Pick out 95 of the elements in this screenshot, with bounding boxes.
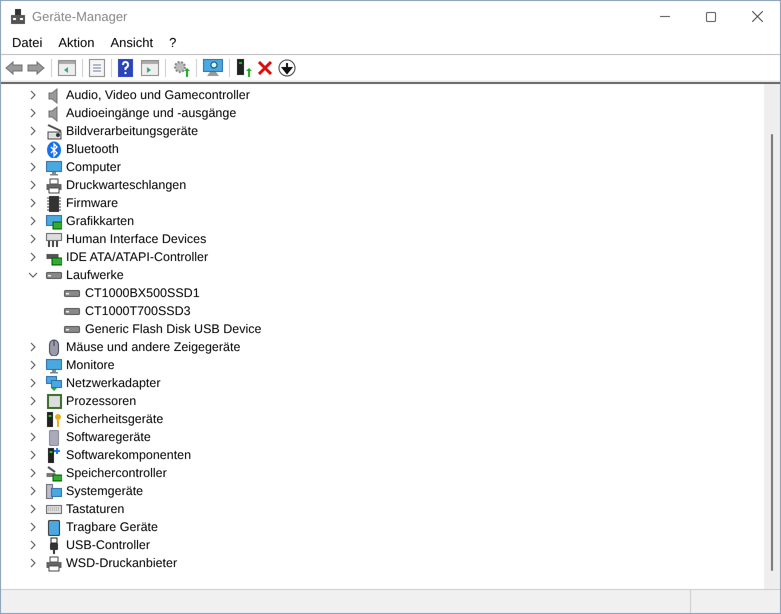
expand-chevron-icon[interactable] [28,234,38,244]
tree-item[interactable]: Druckwarteschlangen [66,176,186,194]
camera-icon [46,122,62,140]
tree-item[interactable]: Bluetooth [66,140,119,158]
drive-icon [46,272,62,278]
drive-icon [64,290,80,296]
drive-icon [64,308,80,314]
keyboard-joystick-icon [46,230,62,248]
window-panel-icon[interactable] [58,60,76,76]
tree-item[interactable]: WSD-Druckanbieter [66,554,178,572]
expand-chevron-icon[interactable] [28,558,38,568]
monitor-card-icon [46,212,62,230]
mouse-icon [46,338,62,356]
expand-chevron-icon[interactable] [28,252,38,262]
tree-item[interactable]: Tragbare Geräte [66,518,158,536]
expand-chevron-icon[interactable] [28,468,38,478]
menu-item[interactable]: ? [161,32,184,54]
download-icon[interactable] [278,58,296,76]
expand-chevron-icon[interactable] [28,216,38,226]
key-device-icon [46,410,62,428]
expand-chevron-icon[interactable] [28,486,38,496]
expand-chevron-icon[interactable] [28,90,38,100]
minimize-icon [660,16,670,17]
tree-item[interactable]: Bildverarbeitungsgeräte [66,122,198,140]
expand-chevron-icon[interactable] [28,360,38,370]
expand-chevron-icon[interactable] [28,108,38,118]
expand-chevron-icon[interactable] [28,144,38,154]
back-arrow-icon[interactable] [5,60,23,74]
expand-chevron-icon[interactable] [28,450,38,460]
tower-icon [46,428,62,446]
expand-chevron-icon[interactable] [28,396,38,406]
tree-item[interactable]: Netzwerkadapter [66,374,160,392]
keyboard-icon [46,504,62,514]
drive-icon [64,326,80,332]
tree-item[interactable]: USB-Controller [66,536,150,554]
printer-icon [46,176,62,194]
chip-icon [46,194,62,212]
tree-item[interactable]: Grafikkarten [66,212,134,230]
forward-arrow-icon[interactable] [27,60,45,74]
computer-tower-icon [46,482,62,500]
monitor-search-icon[interactable] [203,58,223,76]
monitor-icon [46,356,62,374]
tree-item[interactable]: Softwaregeräte [66,428,151,446]
collapse-chevron-icon[interactable] [28,270,38,280]
expand-chevron-icon[interactable] [28,432,38,442]
tree-item[interactable]: CT1000BX500SSD1 [85,284,200,302]
help-icon[interactable] [118,58,133,76]
menu-item[interactable]: Ansicht [102,32,162,54]
tree-item[interactable]: Generic Flash Disk USB Device [85,320,262,338]
expand-chevron-icon[interactable] [28,378,38,388]
bluetooth-icon [46,140,62,158]
menu-item[interactable]: Aktion [50,32,102,54]
expand-chevron-icon[interactable] [28,414,38,424]
expand-chevron-icon[interactable] [28,126,38,136]
expand-chevron-icon[interactable] [28,504,38,514]
tree-item[interactable]: IDE ATA/ATAPI-Controller [66,248,208,266]
menu-item[interactable]: Datei [4,32,50,54]
tree-item[interactable]: Systemgeräte [66,482,144,500]
monitor-icon [46,158,62,176]
tree-item[interactable]: Speichercontroller [66,464,167,482]
tree-item[interactable]: Mäuse und andere Zeigegeräte [66,338,240,356]
expand-chevron-icon[interactable] [28,162,38,172]
processor-icon [46,392,62,410]
tree-item[interactable]: Laufwerke [66,266,124,284]
device-add-icon[interactable] [236,58,252,76]
window-title: Geräte-Manager [32,8,128,26]
expand-chevron-icon[interactable] [28,522,38,532]
printer-icon [46,554,62,572]
gear-icon[interactable] [172,58,190,76]
tree-item[interactable]: CT1000T700SSD3 [85,302,191,320]
app-icon [11,8,25,24]
tree-item[interactable]: Firmware [66,194,118,212]
close-icon [752,11,762,22]
properties-icon[interactable] [89,58,105,76]
tree-item[interactable]: Monitore [66,356,115,374]
device-component-icon [46,446,62,464]
maximize-icon [706,12,716,22]
expand-chevron-icon[interactable] [28,180,38,190]
tablet-icon [46,518,62,536]
tree-item[interactable]: Audio, Video und Gamecontroller [66,86,250,104]
tree-item[interactable]: Softwarekomponenten [66,446,192,464]
tree-item[interactable]: Sicherheitsgeräte [66,410,164,428]
tree-item[interactable]: Audioeingänge und -ausgänge [66,104,236,122]
expand-chevron-icon[interactable] [28,342,38,352]
window-panel-icon[interactable] [141,60,159,76]
scrollbar[interactable] [764,84,780,589]
tree-item[interactable]: Prozessoren [66,392,136,410]
delete-icon[interactable] [258,60,272,74]
tree-item[interactable]: Tastaturen [66,500,124,518]
tree-item[interactable]: Computer [66,158,121,176]
network-icon [46,374,62,392]
storage-controller-icon [46,464,62,482]
expand-chevron-icon[interactable] [28,540,38,550]
expand-chevron-icon[interactable] [28,198,38,208]
tree-item[interactable]: Human Interface Devices [66,230,206,248]
